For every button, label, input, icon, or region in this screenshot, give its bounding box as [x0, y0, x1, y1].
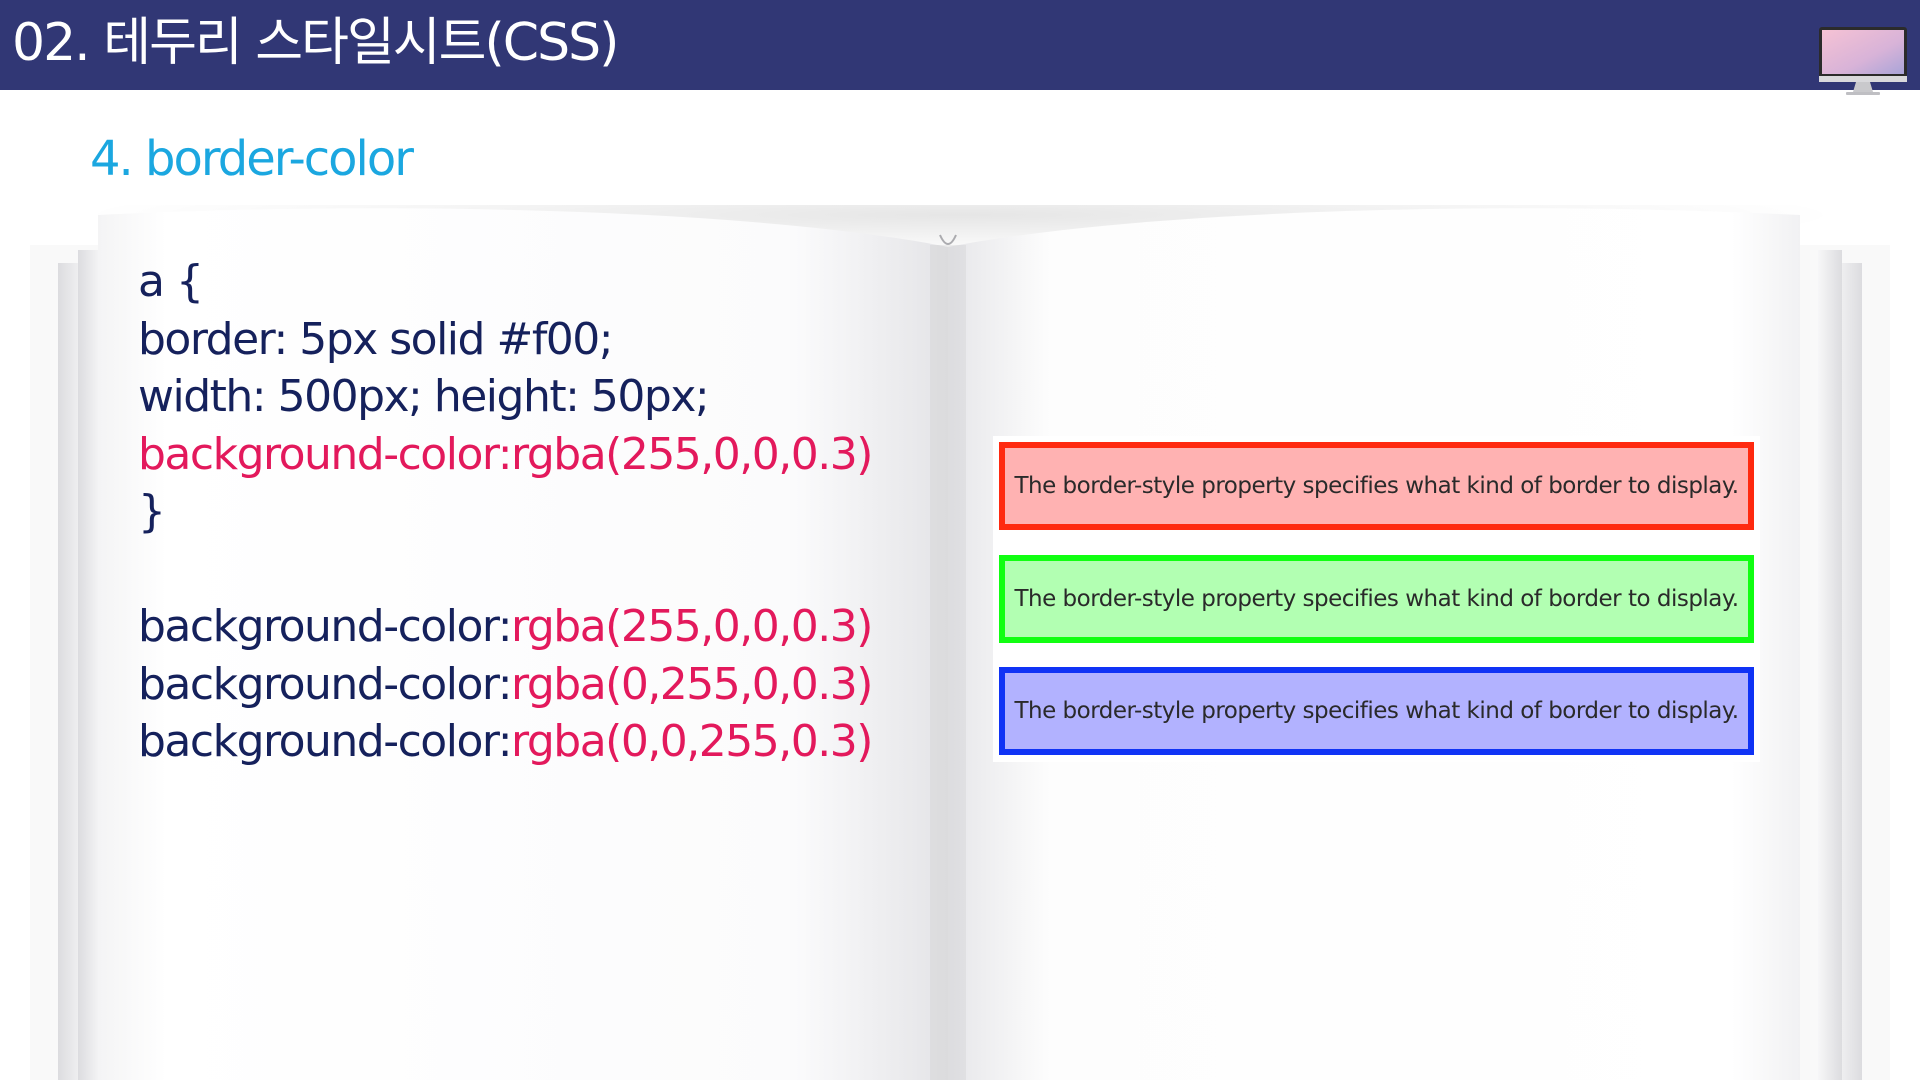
code-line: border: 5px solid #f00;	[138, 313, 614, 365]
code-line: background-color:rgba(0,255,0,0.3)	[138, 656, 873, 714]
css-code-block: a { border: 5px solid #f00; width: 500px…	[138, 253, 873, 771]
code-spacer	[138, 541, 872, 599]
code-highlight: background-color:rgba(255,0,0,0.3)	[138, 428, 873, 480]
code-value: rgba(0,255,0,0.3)	[511, 658, 873, 710]
demo-box-red: The border-style property specifies what…	[999, 442, 1754, 530]
code-value: rgba(255,0,0,0.3)	[511, 601, 873, 652]
code-line: a {	[138, 256, 204, 307]
demo-box-blue: The border-style property specifies what…	[999, 667, 1754, 755]
code-property: background-color:	[138, 658, 513, 710]
code-property: background-color:	[138, 716, 513, 767]
code-line: }	[138, 486, 166, 537]
section-heading: 4. border-color	[90, 131, 414, 187]
slide-title: 02. 테두리 스타일시트(CSS)	[12, 13, 619, 73]
code-property: background-color:	[138, 601, 513, 652]
monitor-icon	[1819, 27, 1907, 95]
code-line: background-color:rgba(0,0,255,0.3)	[138, 713, 873, 771]
demo-box-green: The border-style property specifies what…	[999, 555, 1754, 643]
code-value: rgba(0,0,255,0.3)	[511, 716, 873, 767]
code-line: background-color:rgba(255,0,0,0.3)	[138, 426, 873, 484]
code-line: width: 500px; height: 50px;	[138, 371, 710, 422]
code-line: background-color:rgba(255,0,0,0.3)	[138, 598, 873, 656]
